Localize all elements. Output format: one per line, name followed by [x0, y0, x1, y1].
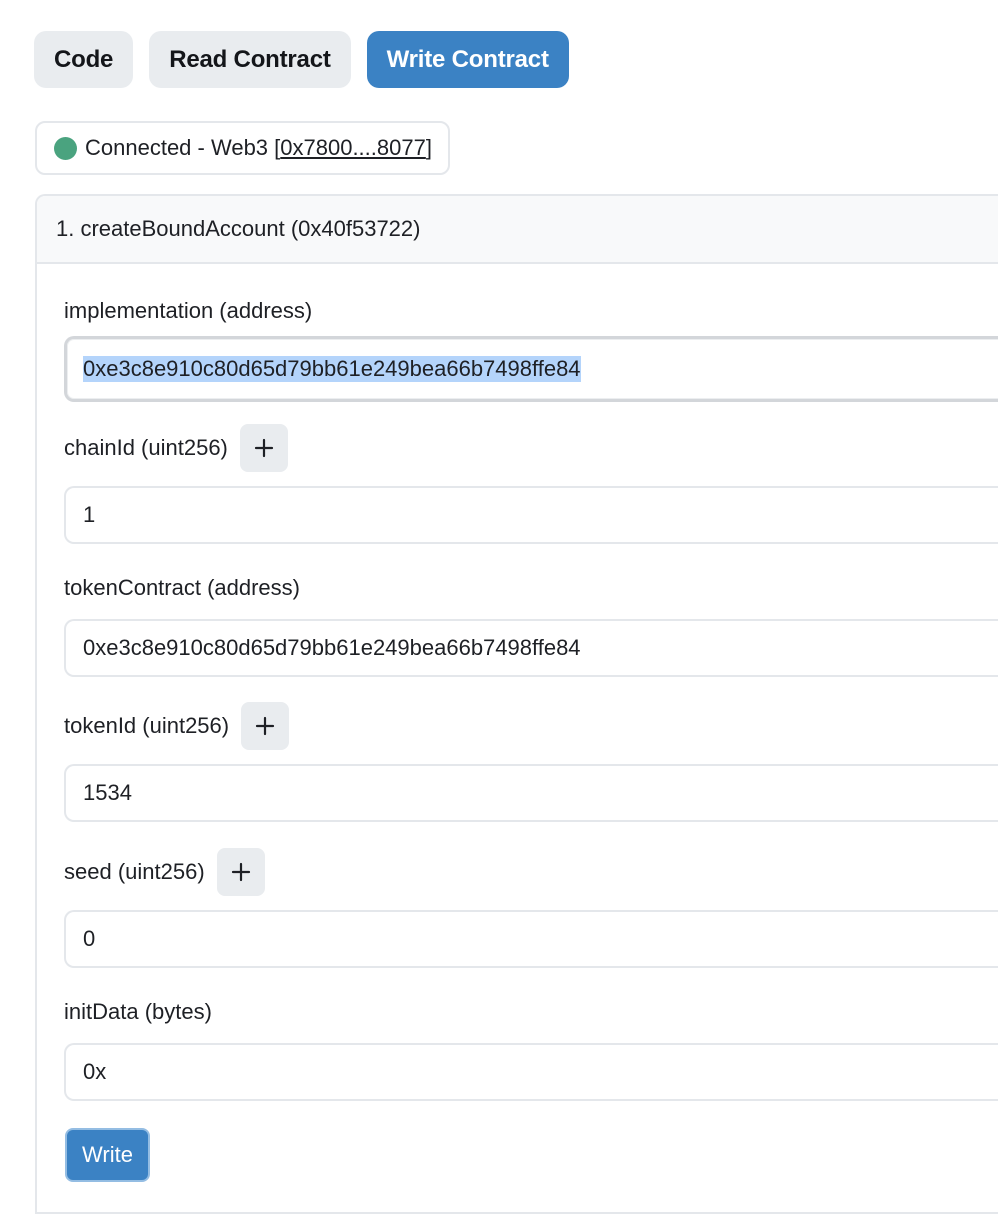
- tokencontract-value: 0xe3c8e910c80d65d79bb61e249bea66b7498ffe…: [83, 635, 581, 660]
- initdata-label: initData (bytes): [64, 999, 212, 1024]
- wallet-address-link[interactable]: 0x7800....8077: [280, 135, 426, 160]
- seed-add-button[interactable]: [216, 848, 265, 896]
- connection-label: Connected - Web3 [0x7800....8077]: [85, 135, 432, 160]
- tokenid-label: tokenId (uint256): [64, 702, 290, 750]
- tokencontract-label: tokenContract (address): [64, 575, 300, 600]
- write-button[interactable]: Write: [65, 1128, 150, 1182]
- plus-icon: [231, 862, 250, 882]
- method-panel: 1. createBoundAccount (0x40f53722) imple…: [35, 194, 998, 1214]
- seed-label: seed (uint256): [64, 848, 265, 896]
- implementation-value: 0xe3c8e910c80d65d79bb61e249bea66b7498ffe…: [83, 356, 581, 382]
- seed-value: 0: [83, 926, 96, 951]
- chainid-input[interactable]: 1: [64, 486, 998, 544]
- initdata-input[interactable]: 0x: [64, 1043, 998, 1101]
- chainid-add-button[interactable]: [239, 424, 288, 472]
- implementation-label: implementation (address): [64, 298, 313, 323]
- tokenid-input[interactable]: 1534: [64, 764, 998, 822]
- connection-status: Connected - Web3 [0x7800....8077]: [35, 121, 450, 175]
- connected-indicator-icon: [54, 136, 77, 160]
- plus-icon: [254, 438, 273, 458]
- tab-code[interactable]: Code: [34, 31, 134, 88]
- tab-read-contract[interactable]: Read Contract: [149, 31, 351, 88]
- chainid-value: 1: [83, 502, 96, 527]
- initdata-value: 0x: [83, 1059, 107, 1084]
- tab-write-contract[interactable]: Write Contract: [366, 31, 569, 88]
- tokenid-add-button[interactable]: [241, 702, 290, 750]
- method-header[interactable]: 1. createBoundAccount (0x40f53722): [37, 196, 998, 264]
- tokencontract-input[interactable]: 0xe3c8e910c80d65d79bb61e249bea66b7498ffe…: [64, 619, 998, 677]
- implementation-input[interactable]: 0xe3c8e910c80d65d79bb61e249bea66b7498ffe…: [64, 336, 998, 402]
- seed-input[interactable]: 0: [64, 910, 998, 968]
- chainid-label: chainId (uint256): [64, 424, 288, 472]
- plus-icon: [256, 716, 275, 736]
- tab-bar: Code Read Contract Write Contract: [34, 31, 569, 88]
- tokenid-value: 1534: [83, 780, 132, 805]
